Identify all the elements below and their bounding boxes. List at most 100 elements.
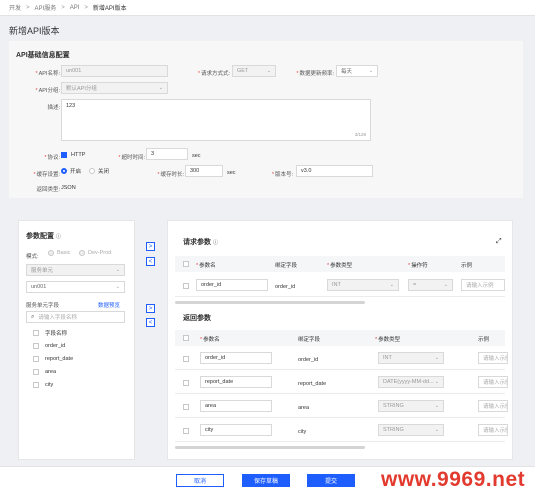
info-icon: ⓘ [55, 234, 61, 240]
chevron-down-icon: ⌄ [266, 68, 271, 74]
cache-radio-on[interactable]: 开启 [61, 167, 81, 175]
response-example-input[interactable]: 请输入示例 [478, 424, 508, 436]
checkbox-icon[interactable] [183, 404, 189, 410]
request-table-scrollbar[interactable] [175, 301, 365, 304]
response-example-input[interactable]: 请输入示例 [478, 400, 508, 412]
checkbox-icon[interactable] [33, 355, 39, 362]
move-to-response-button[interactable]: > [146, 304, 155, 313]
list-item[interactable]: area [33, 365, 123, 378]
response-table-header [175, 330, 505, 346]
radio-selected-icon[interactable] [61, 168, 67, 174]
chevron-down-icon: ⌄ [434, 355, 439, 361]
checkbox-checked-icon[interactable] [61, 152, 67, 158]
protocol-label: *协议: [44, 155, 60, 161]
mode-devprod-label: Dev-Prod [88, 250, 112, 256]
response-name-input[interactable]: order_id [200, 352, 272, 364]
checkbox-icon[interactable] [33, 329, 39, 336]
cancel-button[interactable]: 取消 [176, 474, 224, 487]
response-type-select: STRING ⌄ [378, 424, 444, 436]
response-example-input[interactable]: 请输入示例 [478, 376, 508, 388]
response-name-input[interactable]: city [200, 424, 272, 436]
chevron-right-icon: > [26, 4, 30, 11]
radio-disabled-icon [48, 250, 54, 256]
move-from-request-button[interactable]: < [146, 257, 155, 266]
api-group-select: 默认API分组 ⌄ [61, 82, 168, 94]
search-icon: ⌕ [31, 313, 35, 320]
chevron-down-icon: ⌄ [389, 282, 394, 288]
checkbox-icon[interactable] [183, 428, 189, 434]
response-type-select: STRING ⌄ [378, 400, 444, 412]
api-name-label: *API名称: [35, 71, 60, 77]
response-example-input[interactable]: 请输入示例 [478, 352, 508, 364]
response-table-scrollbar[interactable] [175, 446, 365, 449]
chevron-left-icon: < [148, 258, 153, 265]
data-preview-link[interactable]: 数据预览 [98, 301, 120, 309]
move-from-response-button[interactable]: < [146, 318, 155, 327]
list-item[interactable]: order_id [33, 339, 123, 352]
move-to-request-button[interactable]: > [146, 242, 155, 251]
response-bind-value: order_id [298, 357, 319, 363]
field-search-input[interactable]: ⌕ 请输入字段名称 [26, 311, 125, 323]
service-unit-field-label: 服务单元字段 [26, 303, 60, 309]
response-bind-value: area [298, 405, 310, 411]
list-item[interactable]: city [33, 378, 123, 391]
breadcrumb-item-dev[interactable]: 开发 [9, 3, 21, 12]
chevron-right-icon: > [148, 305, 153, 312]
update-freq-select[interactable]: 每天 ⌄ [336, 65, 378, 77]
chevron-left-icon: < [148, 319, 153, 326]
request-example-input[interactable]: 请输入示例 [461, 279, 505, 291]
radio-unselected-icon[interactable] [89, 168, 95, 174]
checkbox-icon[interactable] [33, 381, 39, 388]
breadcrumb-item-current: 新增API版本 [92, 6, 127, 12]
checkbox-icon[interactable] [33, 368, 39, 375]
version-input[interactable]: v3.0 [296, 165, 373, 177]
response-col-name: *参数名 [200, 337, 220, 343]
checkbox-icon[interactable] [183, 261, 189, 267]
return-type-value: JSON [61, 185, 76, 191]
chevron-down-icon: ⌄ [434, 403, 439, 409]
save-draft-button[interactable]: 保存草稿 [242, 474, 290, 487]
update-freq-label: *数据更新频率: [296, 71, 334, 77]
desc-textarea[interactable]: 123 3/128 [61, 99, 371, 141]
list-item[interactable]: report_date [33, 352, 123, 365]
breadcrumb-item-api-service[interactable]: API服务 [35, 3, 57, 12]
submit-button[interactable]: 提交 [307, 474, 355, 487]
checkbox-icon[interactable] [183, 335, 189, 341]
service-unit-value-select[interactable]: un001 ⌄ [26, 281, 125, 293]
response-params-title: 返回参数 [183, 315, 211, 322]
param-config-title: 参数配置 ⓘ [26, 233, 61, 240]
cache-on-label: 开启 [70, 169, 82, 175]
field-list-header[interactable]: 字段名称 [33, 326, 123, 339]
protocol-value: HTTP [71, 152, 86, 158]
request-op-select: = ⌄ [408, 279, 453, 291]
expand-icon[interactable]: ⤢ [496, 238, 502, 246]
timeout-label: *超时时间: [118, 155, 145, 161]
breadcrumb-item-api[interactable]: API [70, 5, 80, 11]
mode-radio-basic: Basic [48, 250, 70, 256]
radio-disabled-icon [79, 250, 85, 256]
watermark: www.9969.net [381, 468, 526, 491]
cache-time-input[interactable]: 300 [185, 165, 223, 177]
response-name-input[interactable]: area [200, 400, 272, 412]
example-placeholder: 请输入示例 [483, 380, 508, 386]
chevron-down-icon: ⌄ [115, 267, 120, 273]
response-name-input[interactable]: report_date [200, 376, 272, 388]
timeout-input[interactable]: 3 [146, 148, 188, 160]
request-col-type: *参数类型 [327, 263, 353, 269]
chevron-right-icon: > [84, 4, 88, 11]
example-placeholder: 请输入示例 [466, 283, 494, 289]
checkbox-icon[interactable] [183, 356, 189, 362]
cache-radio-off[interactable]: 关闭 [89, 167, 109, 175]
return-type-label: 返回类型: [36, 187, 60, 193]
request-col-example: 示例 [461, 263, 473, 269]
timeout-unit: sec [192, 153, 201, 159]
checkbox-icon[interactable] [33, 342, 39, 349]
request-name-input[interactable]: order_id [196, 279, 268, 291]
protocol-checkbox[interactable]: HTTP [61, 152, 85, 158]
page-title: 新增API版本 [9, 26, 60, 36]
response-type-select: DATE(yyyy-MM-dd... ⌄ [378, 376, 444, 388]
checkbox-icon[interactable] [183, 380, 189, 386]
checkbox-icon[interactable] [183, 283, 189, 289]
mode-radio-devprod: Dev-Prod [79, 250, 111, 256]
info-icon: ⓘ [212, 240, 218, 246]
